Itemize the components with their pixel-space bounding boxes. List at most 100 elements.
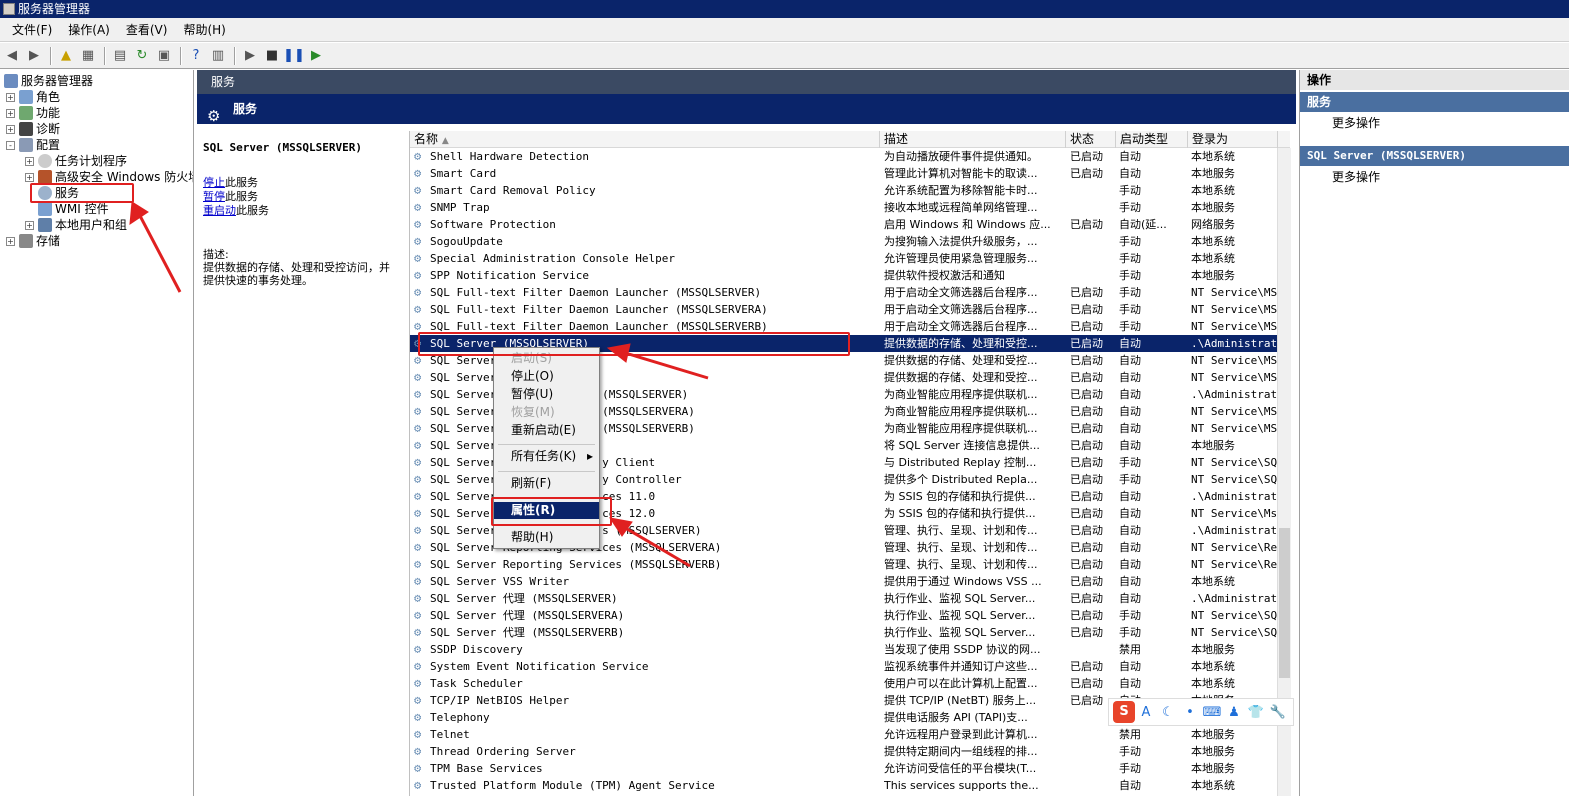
tree-item-configuration[interactable]: - 配置 bbox=[6, 137, 60, 153]
forward-arrow-icon[interactable]: ▶ bbox=[24, 46, 44, 66]
table-row[interactable]: ⚙ Special Administration Console Helper 允许… bbox=[410, 250, 1290, 267]
table-row[interactable]: ⚙ SQL Full-text Filter Daemon Launcher (M… bbox=[410, 301, 1290, 318]
help-icon[interactable]: ? bbox=[186, 46, 206, 66]
column-logon-as[interactable]: 登录为 bbox=[1188, 131, 1278, 148]
keyboard-icon[interactable]: ⌨ bbox=[1201, 705, 1223, 720]
table-row[interactable]: ⚙ SQL Full-text Filter Daemon Launcher (M… bbox=[410, 284, 1290, 301]
context-menu-item[interactable]: 所有任务(K) ▸ bbox=[494, 448, 599, 465]
cell-logon: NT Service\Rep bbox=[1191, 539, 1279, 556]
cell-start: 自动 bbox=[1119, 675, 1189, 692]
table-row[interactable]: ⚙ TPM Base Services 允许访问受信任的平台模块(T... 手动 本地服… bbox=[410, 760, 1290, 777]
table-row[interactable]: ⚙ Trusted Platform Module (TPM) Agent Ser… bbox=[410, 777, 1290, 794]
cell-text: 已启动 bbox=[1070, 218, 1103, 231]
cell-text: 已启动 bbox=[1070, 371, 1103, 384]
table-row[interactable]: ⚙ Shell Hardware Detection 为自动播放硬件事件提供通知。 已… bbox=[410, 148, 1290, 165]
user-icon[interactable]: ♟ bbox=[1223, 705, 1245, 720]
punctuation-icon[interactable]: • bbox=[1179, 705, 1201, 720]
expand-icon[interactable]: + bbox=[25, 172, 34, 182]
expand-icon[interactable]: + bbox=[6, 92, 15, 102]
table-row[interactable]: ⚙ SQL Server 代理 (MSSQLSERVER) 执行作业、监视 SQL … bbox=[410, 590, 1290, 607]
menu-action[interactable]: 操作(A) bbox=[60, 19, 118, 41]
sogou-logo-icon[interactable]: S bbox=[1113, 701, 1135, 723]
tree-item-diagnostics[interactable]: + 诊断 bbox=[6, 121, 60, 137]
tree-item-task-scheduler[interactable]: + 任务计划程序 bbox=[25, 153, 127, 169]
table-row[interactable]: ⚙ SPP Notification Service 提供软件授权激活和通知 手动 本地… bbox=[410, 267, 1290, 284]
more-actions-link[interactable]: 更多操作 bbox=[1300, 112, 1569, 134]
scrollbar-thumb[interactable] bbox=[1279, 528, 1290, 678]
table-row[interactable]: ⚙ Smart Card 管理此计算机对智能卡的取读... 已启动 自动 本地服务 bbox=[410, 165, 1290, 182]
restart-service-link[interactable]: 重启动 bbox=[203, 204, 236, 217]
context-menu-item[interactable]: 帮助(H) bbox=[494, 529, 599, 546]
properties-icon[interactable]: ▣ bbox=[154, 46, 174, 66]
tree-item-local-users[interactable]: + 本地用户和组 bbox=[25, 217, 127, 233]
context-menu-item[interactable]: 重新启动(E) bbox=[494, 422, 599, 439]
table-row[interactable]: ⚙ SSDP Discovery 当发现了使用 SSDP 协议的网... 禁用 本地服务 bbox=[410, 641, 1290, 658]
cell-start: 手动 bbox=[1119, 471, 1189, 488]
cell-text: 执行作业、监视 SQL Server... bbox=[884, 626, 1036, 639]
column-startup-type[interactable]: 启动类型 bbox=[1116, 131, 1188, 148]
expand-icon[interactable]: + bbox=[25, 220, 34, 230]
context-menu-item[interactable]: 恢复(M) bbox=[494, 404, 599, 421]
menu-view[interactable]: 查看(V) bbox=[118, 19, 176, 41]
context-menu-item[interactable]: 暂停(U) bbox=[494, 386, 599, 403]
expand-icon[interactable]: + bbox=[6, 236, 15, 246]
actions-group-selected-service[interactable]: SQL Server (MSSQLSERVER) bbox=[1300, 146, 1569, 166]
column-name[interactable]: 名称 ▲ bbox=[410, 131, 880, 148]
cell-name: ⚙ SQL Server ces 11.0 bbox=[414, 488, 880, 505]
table-row[interactable]: ⚙ SNMP Trap 接收本地或远程简单网络管理... 手动 本地服务 bbox=[410, 199, 1290, 216]
table-row[interactable]: ⚙ Thread Ordering Server 提供特定期间内一组线程的排... 手… bbox=[410, 743, 1290, 760]
table-row[interactable]: ⚙ Task Scheduler 使用户可以在此计算机上配置... 已启动 自动 本地系统 bbox=[410, 675, 1290, 692]
collapse-icon[interactable]: - bbox=[6, 140, 15, 150]
stop-service-link[interactable]: 停止 bbox=[203, 176, 225, 189]
expand-icon[interactable]: + bbox=[6, 108, 15, 118]
show-tree-icon[interactable]: ▦ bbox=[78, 46, 98, 66]
wrench-icon[interactable]: 🔧 bbox=[1267, 705, 1289, 720]
skin-icon[interactable]: 👕 bbox=[1245, 705, 1267, 720]
refresh-icon[interactable]: ↻ bbox=[132, 46, 152, 66]
tree-item-roles[interactable]: + 角色 bbox=[6, 89, 60, 105]
tree-item-features[interactable]: + 功能 bbox=[6, 105, 60, 121]
tree-root[interactable]: 服务器管理器 bbox=[4, 73, 93, 89]
table-row[interactable]: ⚙ SQL Server VSS Writer 提供用于通过 Windows VSS… bbox=[410, 573, 1290, 590]
table-row[interactable]: ⚙ SQL Server 代理 (MSSQLSERVERA) 执行作业、监视 SQL… bbox=[410, 607, 1290, 624]
table-row[interactable]: ⚙ System Event Notification Service 监视系统事件… bbox=[410, 658, 1290, 675]
menu-help[interactable]: 帮助(H) bbox=[175, 19, 233, 41]
menu-file[interactable]: 文件(F) bbox=[4, 19, 60, 41]
export-list-icon[interactable]: ▤ bbox=[110, 46, 130, 66]
table-row[interactable]: ⚙ Software Protection 启用 Windows 和 Windows… bbox=[410, 216, 1290, 233]
pause-service-link[interactable]: 暂停 bbox=[203, 190, 225, 203]
back-arrow-icon[interactable]: ◀ bbox=[2, 46, 22, 66]
tree-item-wmi[interactable]: WMI 控件 bbox=[38, 201, 109, 217]
cell-text: .\Administrato bbox=[1191, 524, 1279, 537]
up-folder-icon[interactable]: ▲ bbox=[56, 46, 76, 66]
ime-language-icon[interactable]: A bbox=[1135, 705, 1157, 720]
context-menu-item[interactable]: 刷新(F) bbox=[494, 475, 599, 492]
tree-item-storage[interactable]: + 存储 bbox=[6, 233, 60, 249]
cell-name: ⚙ SQL Server bbox=[414, 437, 880, 454]
moon-icon[interactable]: ☾ bbox=[1157, 705, 1179, 720]
cell-name: ⚙ Trusted Platform Module (TPM) Agent Ser… bbox=[414, 777, 880, 794]
cell-name: ⚙ SQL Server 代理 (MSSQLSERVER) bbox=[414, 590, 880, 607]
table-row[interactable]: ⚙ SQL Server Reporting Services (MSSQLSER… bbox=[410, 556, 1290, 573]
expand-icon[interactable]: + bbox=[25, 156, 34, 166]
table-row[interactable]: ⚙ Telnet 允许远程用户登录到此计算机... 禁用 本地服务 bbox=[410, 726, 1290, 743]
context-menu-item[interactable]: 停止(O) bbox=[494, 368, 599, 385]
column-description[interactable]: 描述 bbox=[880, 131, 1066, 148]
expand-icon[interactable]: + bbox=[6, 124, 15, 134]
cell-text: 允许访问受信任的平台模块(T... bbox=[884, 762, 1037, 775]
pause-service-icon[interactable]: ❚❚ bbox=[283, 46, 305, 66]
more-actions-link[interactable]: 更多操作 bbox=[1300, 166, 1569, 188]
column-status[interactable]: 状态 bbox=[1066, 131, 1116, 148]
table-row[interactable]: ⚙ Smart Card Removal Policy 允许系统配置为移除智能卡时.… bbox=[410, 182, 1290, 199]
cell-text: 本地服务 bbox=[1191, 745, 1235, 758]
actions-group-services[interactable]: 服务 bbox=[1300, 92, 1569, 112]
cell-name: ⚙ Software Protection bbox=[414, 216, 880, 233]
stop-service-icon[interactable]: ■ bbox=[262, 46, 282, 66]
table-row[interactable]: ⚙ SQL Server 代理 (MSSQLSERVERB) 执行作业、监视 SQL… bbox=[410, 624, 1290, 641]
start-service-icon[interactable]: ▶ bbox=[240, 46, 260, 66]
restart-service-icon[interactable]: ▶ bbox=[306, 46, 326, 66]
console-icon[interactable]: ▥ bbox=[208, 46, 228, 66]
table-row[interactable]: ⚙ SogouUpdate 为搜狗输入法提供升级服务，... 手动 本地系统 bbox=[410, 233, 1290, 250]
cell-text: 自动 bbox=[1119, 150, 1141, 163]
cell-text: 已启动 bbox=[1070, 320, 1103, 333]
